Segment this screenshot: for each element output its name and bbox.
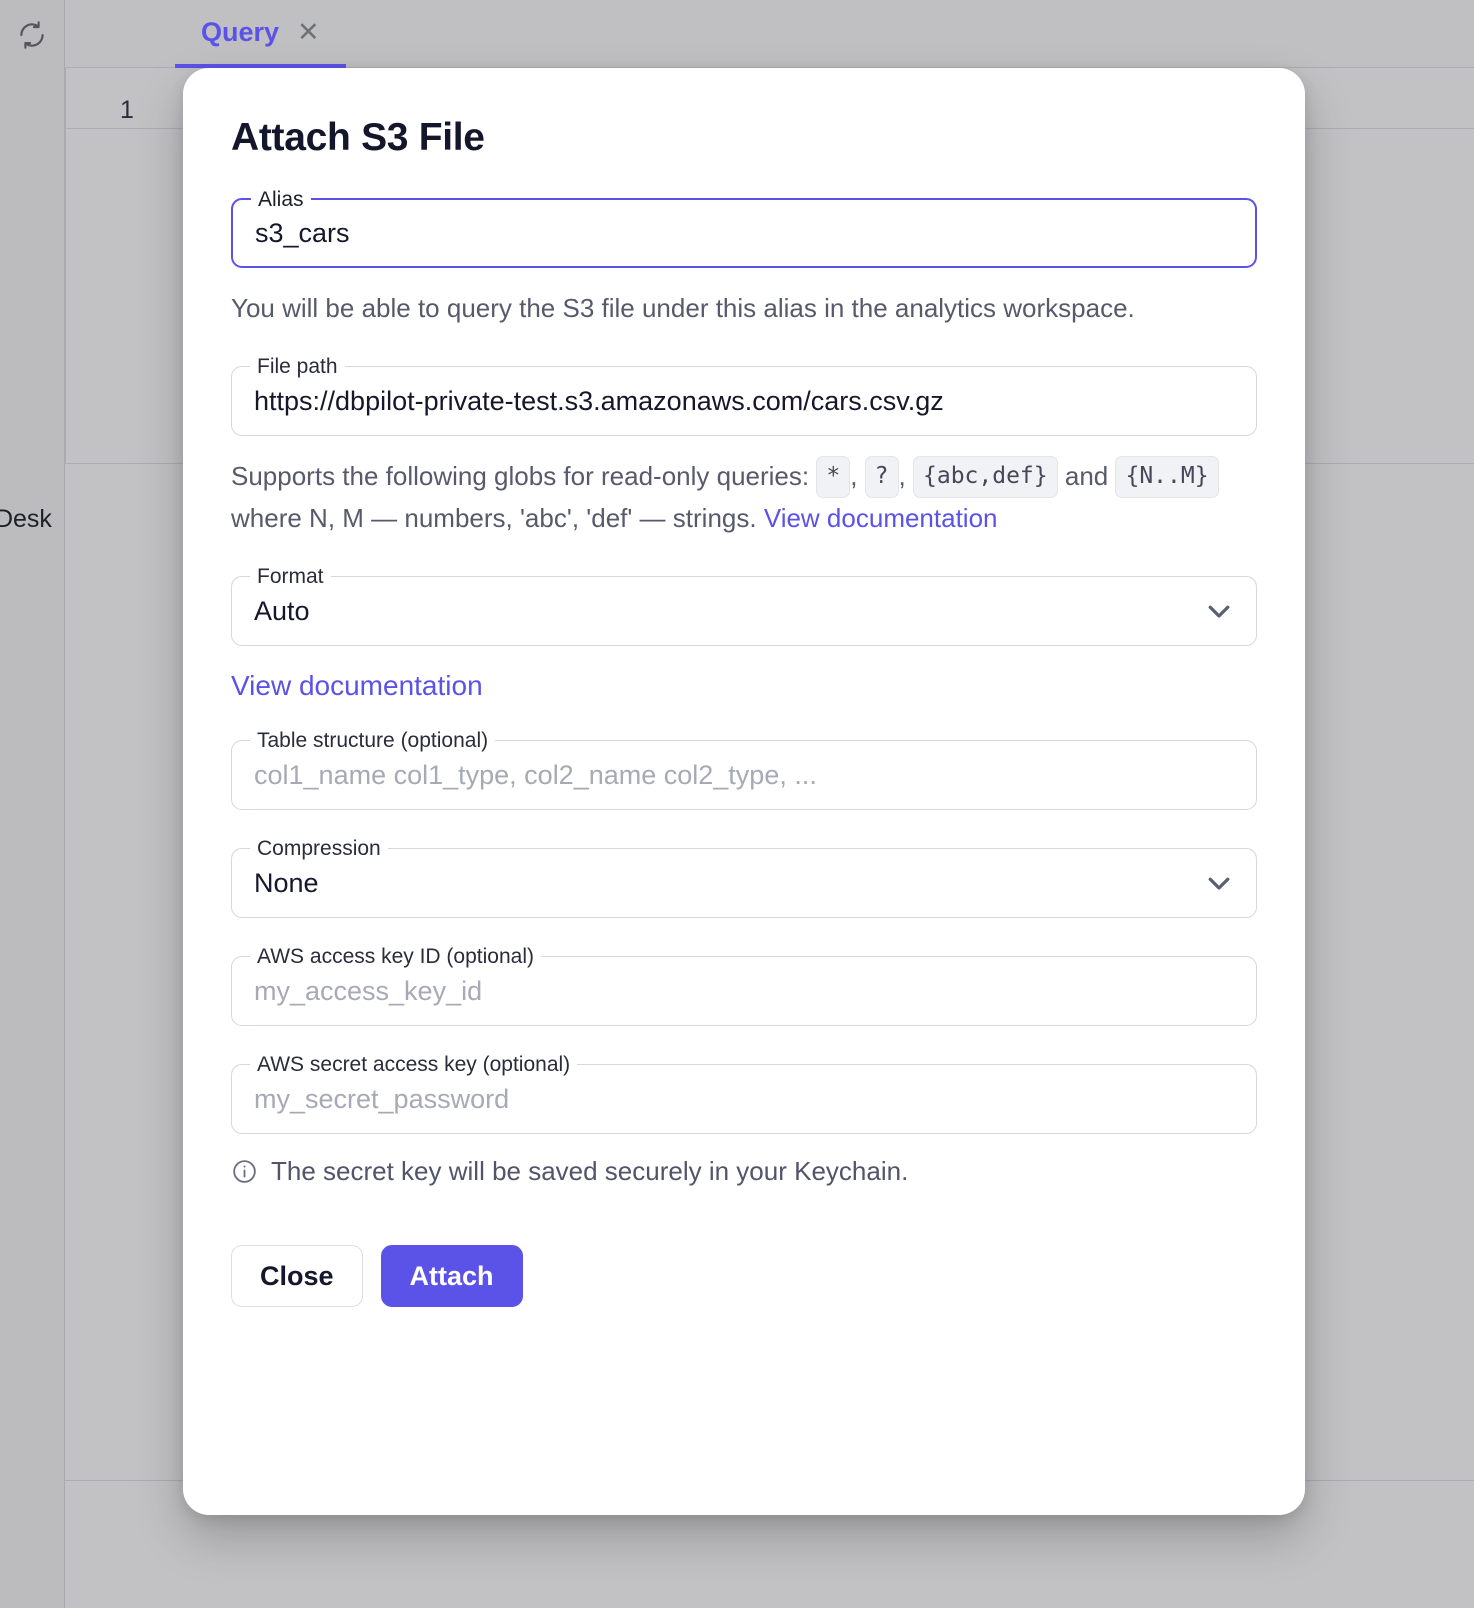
glob-range-chip: {N..M} — [1115, 456, 1219, 498]
aws-secret-key-field-group: AWS secret access key (optional) my_secr… — [231, 1054, 1257, 1135]
chevron-down-icon[interactable] — [1204, 596, 1234, 626]
aws-access-key-field-group: AWS access key ID (optional) my_access_k… — [231, 946, 1257, 1027]
alias-label: Alias — [251, 189, 311, 210]
aws-access-key-placeholder: my_access_key_id — [254, 975, 483, 1006]
tab-query[interactable]: Query ✕ — [175, 0, 346, 68]
alias-input[interactable]: Alias s3_cars — [231, 189, 1257, 268]
dialog-footer: Close Attach — [231, 1245, 1257, 1308]
sidebar: /Desk — [0, 0, 65, 1608]
alias-helper-text: You will be able to query the S3 file un… — [231, 293, 1135, 323]
close-button[interactable]: Close — [231, 1245, 363, 1308]
glob-star-chip: * — [816, 456, 851, 498]
close-icon[interactable]: ✕ — [297, 18, 320, 46]
aws-secret-key-label: AWS secret access key (optional) — [250, 1054, 578, 1076]
format-field-group: Format Auto — [231, 566, 1257, 647]
glob-separator-1: , — [850, 461, 858, 492]
tab-query-label: Query — [201, 16, 280, 47]
keychain-note: The secret key will be saved securely in… — [231, 1156, 1257, 1187]
breadcrumb-path: /Desk — [0, 505, 52, 533]
keychain-note-text: The secret key will be saved securely in… — [271, 1156, 909, 1187]
file-path-helper-text: Supports the following globs for read-on… — [231, 456, 1257, 538]
dialog-title: Attach S3 File — [231, 116, 485, 159]
view-documentation-link-format[interactable]: View documentation — [231, 670, 483, 702]
file-path-field-group: File path https://dbpilot-private-test.s… — [231, 356, 1257, 437]
refresh-icon[interactable] — [17, 20, 47, 50]
tab-bar: Query ✕ — [65, 0, 1474, 68]
glob-separator-2: , — [898, 461, 906, 492]
alias-value: s3_cars — [255, 217, 350, 248]
editor-line-number: 1 — [120, 96, 134, 124]
file-path-value: https://dbpilot-private-test.s3.amazonaw… — [254, 385, 944, 416]
compression-field-group: Compression None — [231, 838, 1257, 919]
table-structure-input[interactable]: Table structure (optional) col1_name col… — [231, 730, 1257, 811]
alias-field-group: Alias s3_cars — [231, 189, 1257, 268]
info-circle-icon — [231, 1158, 258, 1185]
file-path-input[interactable]: File path https://dbpilot-private-test.s… — [231, 356, 1257, 437]
file-path-label: File path — [250, 356, 345, 378]
aws-access-key-input[interactable]: AWS access key ID (optional) my_access_k… — [231, 946, 1257, 1027]
compression-select[interactable]: Compression None — [231, 838, 1257, 919]
globs-helper-part2: where N, M — numbers, 'abc', 'def' — str… — [231, 502, 757, 533]
format-label: Format — [250, 566, 331, 588]
format-value: Auto — [254, 595, 310, 626]
glob-braces-chip: {abc,def} — [913, 456, 1058, 498]
format-select[interactable]: Format Auto — [231, 566, 1257, 647]
table-structure-field-group: Table structure (optional) col1_name col… — [231, 730, 1257, 811]
compression-value: None — [254, 867, 319, 898]
attach-button[interactable]: Attach — [380, 1245, 523, 1308]
compression-label: Compression — [250, 838, 388, 860]
aws-access-key-label: AWS access key ID (optional) — [250, 946, 541, 968]
aws-secret-key-input[interactable]: AWS secret access key (optional) my_secr… — [231, 1054, 1257, 1135]
view-documentation-link-globs[interactable]: View documentation — [764, 503, 998, 533]
aws-secret-key-placeholder: my_secret_password — [254, 1083, 510, 1114]
table-structure-label: Table structure (optional) — [250, 730, 496, 752]
table-structure-placeholder: col1_name col1_type, col2_name col2_type… — [254, 759, 817, 790]
attach-s3-file-dialog: Attach S3 File Alias s3_cars You will be… — [183, 68, 1305, 1515]
globs-helper-and: and — [1064, 461, 1109, 492]
chevron-down-icon[interactable] — [1204, 868, 1234, 898]
globs-helper-part1: Supports the following globs for read-on… — [231, 461, 810, 492]
glob-question-chip: ? — [864, 456, 899, 498]
